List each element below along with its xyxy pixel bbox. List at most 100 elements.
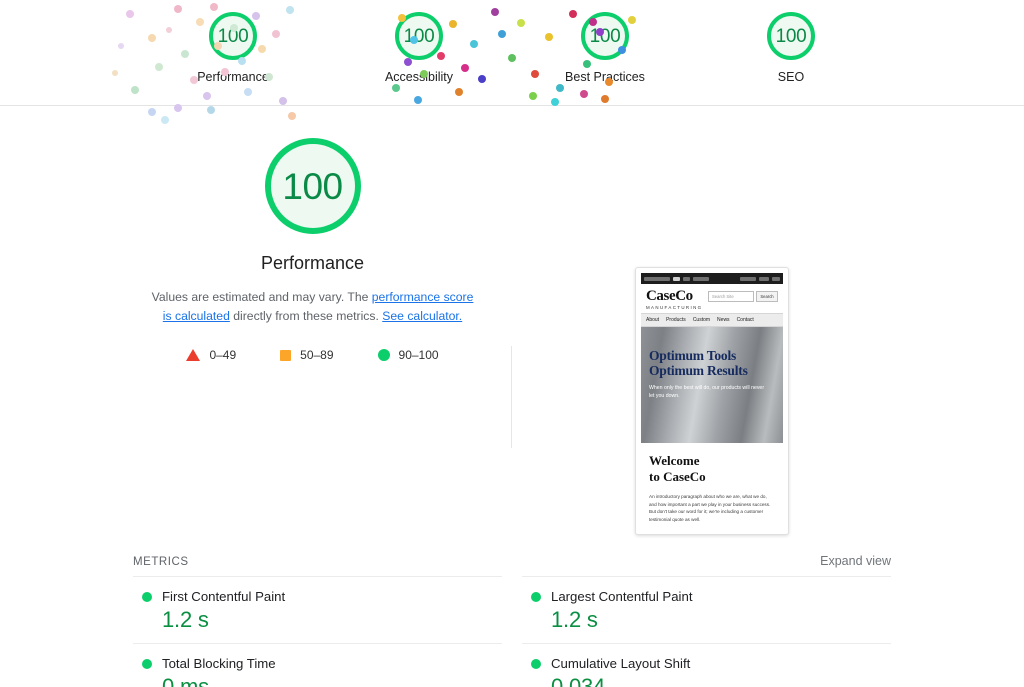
- square-average-icon: [280, 349, 292, 361]
- score-legend: 0–49 50–89 90–100: [135, 348, 490, 362]
- thumb-util-block: [759, 276, 769, 281]
- thumb-body-paragraph: An introductory paragraph about who we a…: [649, 494, 771, 522]
- metrics-section: METRICS Expand view First Contentful Pai…: [133, 554, 891, 687]
- circle-pass-icon: [377, 349, 390, 361]
- thumb-util-block: [740, 276, 756, 281]
- expand-view-button[interactable]: Expand view: [820, 554, 891, 568]
- legend-range-fail: 0–49: [209, 348, 237, 362]
- score-gauge-list: 100 Performance 100 Accessibility 100 Be…: [0, 0, 1024, 105]
- gauge-value-accessibility: 100: [403, 25, 435, 47]
- legend-range-average: 50–89: [300, 348, 334, 362]
- description-middle: directly from these metrics.: [229, 309, 383, 323]
- metric-name: First Contentful Paint: [162, 589, 286, 604]
- thumb-search: Search Site Search: [708, 291, 778, 302]
- thumb-hero-heading-line1: Optimum Tools: [649, 348, 737, 363]
- gauge-label-best-practices: Best Practices: [565, 70, 645, 84]
- score-gauge-performance[interactable]: 100 Performance: [174, 12, 292, 84]
- circle-pass-icon: [142, 658, 152, 669]
- metrics-columns: First Contentful Paint 1.2 s Total Block…: [133, 576, 891, 687]
- metric-header: Cumulative Layout Shift: [522, 656, 891, 671]
- metric-row[interactable]: Total Blocking Time 0 ms: [133, 643, 502, 687]
- description-prefix: Values are estimated and may vary. The: [151, 290, 372, 304]
- legend-item-pass: 90–100: [377, 348, 439, 362]
- thumb-util-block: [683, 276, 690, 281]
- thumb-logo: CaseCo MANUFACTURING: [646, 288, 703, 311]
- performance-hero: 100 Performance Values are estimated and…: [0, 106, 1024, 535]
- thumb-hero: Optimum Tools Optimum Results When only …: [641, 327, 783, 443]
- thumb-body-heading-line1: Welcome: [649, 453, 700, 468]
- metrics-column-left: First Contentful Paint 1.2 s Total Block…: [133, 576, 502, 687]
- metric-row[interactable]: First Contentful Paint 1.2 s: [133, 576, 502, 643]
- legend-range-pass: 90–100: [398, 348, 439, 362]
- see-calculator-link[interactable]: See calculator.: [382, 309, 462, 323]
- thumb-utility-bar: [641, 273, 783, 284]
- legend-item-average: 50–89: [280, 348, 334, 362]
- thumb-utility-right: [740, 276, 780, 281]
- circle-pass-icon: [142, 591, 152, 602]
- thumb-search-input: Search Site: [708, 291, 754, 302]
- thumb-hero-heading: Optimum Tools Optimum Results: [649, 348, 775, 378]
- lighthouse-report-page: 100 Performance 100 Accessibility 100 Be…: [0, 0, 1024, 687]
- performance-score-value: 100: [282, 165, 343, 207]
- report-main: 100 Performance Values are estimated and…: [0, 106, 1024, 687]
- metric-row[interactable]: Largest Contentful Paint 1.2 s: [522, 576, 891, 643]
- metric-name: Cumulative Layout Shift: [551, 656, 691, 671]
- page-screenshot-thumbnail[interactable]: CaseCo MANUFACTURING Search Site Search …: [635, 267, 789, 535]
- triangle-fail-icon: [186, 349, 201, 361]
- gauge-ring-performance: 100: [209, 12, 257, 60]
- gauge-ring-seo: 100: [767, 12, 815, 60]
- thumb-brand-bar: CaseCo MANUFACTURING Search Site Search: [641, 284, 783, 313]
- gauge-label-seo: SEO: [777, 70, 805, 84]
- thumb-util-block: [673, 276, 680, 281]
- thumb-utility-left: [644, 276, 709, 281]
- score-gauge-best-practices[interactable]: 100 Best Practices: [546, 12, 664, 84]
- thumb-nav-item-news: News: [717, 317, 730, 323]
- circle-pass-icon: [531, 658, 541, 669]
- metric-name: Total Blocking Time: [162, 656, 276, 671]
- gauge-ring-best-practices: 100: [581, 12, 629, 60]
- metric-header: First Contentful Paint: [133, 589, 502, 604]
- performance-gauge-ring: 100: [264, 138, 361, 234]
- thumb-logo-sub: MANUFACTURING: [646, 305, 703, 310]
- thumb-util-block: [772, 276, 780, 281]
- performance-category-title: Performance: [260, 253, 365, 273]
- thumb-nav-item-products: Products: [666, 317, 686, 323]
- thumb-nav-item-custom: Custom: [692, 317, 711, 323]
- gauge-value-best-practices: 100: [589, 25, 621, 47]
- thumb-hero-heading-line2: Optimum Results: [649, 362, 748, 378]
- metric-header: Largest Contentful Paint: [522, 589, 891, 604]
- gauge-ring-accessibility: 100: [395, 12, 443, 60]
- metric-row[interactable]: Cumulative Layout Shift 0.034: [522, 643, 891, 687]
- scores-header: 100 Performance 100 Accessibility 100 Be…: [0, 0, 1024, 124]
- thumbnail-content: CaseCo MANUFACTURING Search Site Search …: [641, 273, 783, 529]
- thumb-nav-item-contact: Contact: [736, 317, 754, 323]
- gauge-label-performance: Performance: [197, 70, 269, 84]
- score-gauge-accessibility[interactable]: 100 Accessibility: [360, 12, 478, 84]
- thumb-body-heading: Welcome to CaseCo: [649, 453, 775, 485]
- metric-value: 1.2 s: [551, 607, 598, 632]
- metric-name: Largest Contentful Paint: [551, 589, 693, 604]
- gauge-value-performance: 100: [217, 25, 249, 47]
- thumb-nav-item-about: About: [646, 317, 660, 323]
- metric-value: 0 ms: [162, 674, 209, 687]
- gauge-label-accessibility: Accessibility: [384, 70, 454, 84]
- metric-header: Total Blocking Time: [133, 656, 502, 671]
- thumb-util-block: [644, 276, 670, 281]
- thumb-logo-main: CaseCo: [646, 288, 693, 304]
- metrics-header: METRICS Expand view: [133, 554, 891, 576]
- performance-score-block: 100 Performance Values are estimated and…: [135, 138, 490, 362]
- thumb-nav: About Products Custom News Contact: [641, 313, 783, 327]
- thumb-body-heading-line2: to CaseCo: [649, 469, 706, 484]
- thumb-body: Welcome to CaseCo An introductory paragr…: [641, 443, 783, 524]
- vertical-divider: [511, 346, 512, 448]
- metrics-title: METRICS: [133, 556, 189, 568]
- performance-description: Values are estimated and may vary. The p…: [152, 288, 474, 326]
- score-gauge-seo[interactable]: 100 SEO: [732, 12, 850, 84]
- thumb-util-block: [693, 276, 709, 281]
- circle-pass-icon: [531, 591, 541, 602]
- legend-item-fail: 0–49: [186, 348, 236, 362]
- metric-value: 1.2 s: [162, 607, 209, 632]
- gauge-value-seo: 100: [775, 25, 807, 47]
- metrics-column-right: Largest Contentful Paint 1.2 s Cumulativ…: [522, 576, 891, 687]
- thumb-hero-subtext: When only the best will do, our products…: [649, 385, 765, 399]
